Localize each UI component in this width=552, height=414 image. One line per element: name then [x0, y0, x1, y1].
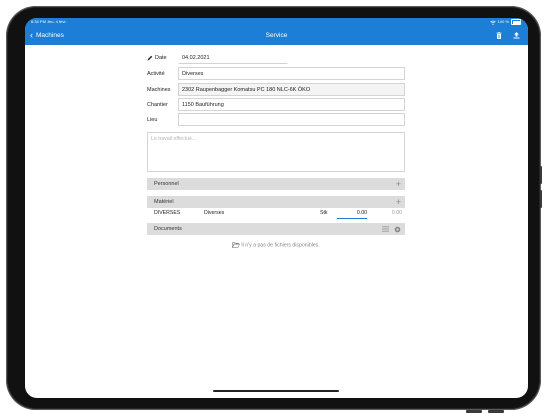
volume-button-2: [540, 190, 542, 208]
status-bar: 6:34 PM Jeu. 4 févr. 100 %: [25, 18, 528, 26]
folder-open-icon: [232, 242, 241, 248]
documents-section-title: Documents: [154, 226, 182, 232]
place-row: Lieu: [147, 113, 405, 127]
materiel-section-title: Matériel: [154, 199, 174, 205]
list-icon[interactable]: [382, 226, 389, 232]
site-row: Chantier 1150 Bauführung: [147, 98, 405, 112]
material-total: 0.00: [391, 210, 402, 216]
documents-empty-text: Il n'y a pas de fichiers disponibles.: [241, 242, 320, 249]
personnel-section-header: Personnel +: [147, 178, 405, 190]
personnel-actions: +: [396, 178, 401, 190]
trash-icon[interactable]: [496, 32, 502, 39]
material-unit: Stk: [320, 210, 328, 216]
materiel-actions: +: [396, 196, 401, 208]
site-field[interactable]: 1150 Bauführung: [178, 98, 405, 111]
documents-section-header: Documents: [147, 223, 405, 235]
wifi-icon: [489, 20, 496, 25]
materiel-section-header: Matériel +: [147, 196, 405, 208]
date-label: Date: [155, 55, 167, 61]
volume-button: [540, 166, 542, 184]
home-indicator[interactable]: [213, 390, 339, 392]
activity-row: Activité Diverses: [147, 67, 405, 81]
material-quantity-input[interactable]: 0.00: [337, 208, 367, 219]
navigation-bar: ‹ Machines Service: [25, 26, 528, 45]
date-field[interactable]: 04.02.2021: [178, 51, 288, 64]
nav-actions: [496, 26, 520, 45]
place-field[interactable]: [178, 113, 405, 126]
activity-field[interactable]: Diverses: [178, 67, 405, 80]
material-name: Diverses: [204, 210, 225, 216]
machines-row: Machines 2302 Raupenbagger Komatsu PC 18…: [147, 83, 405, 97]
documents-empty-state: Il n'y a pas de fichiers disponibles.: [147, 242, 405, 248]
battery-icon: [511, 19, 521, 25]
battery-percent: 100 %: [497, 19, 509, 24]
site-label: Chantier: [147, 102, 168, 108]
material-row[interactable]: DIVERSES Diverses Stk 0.00 0.00: [147, 208, 405, 219]
top-button: [466, 410, 482, 413]
date-row: Date 04.02.2021: [147, 51, 405, 65]
add-personnel-plus-icon[interactable]: +: [396, 178, 401, 190]
status-time-date: 6:34 PM Jeu. 4 févr.: [31, 19, 67, 24]
pencil-icon: [147, 55, 153, 61]
add-materiel-plus-icon[interactable]: +: [396, 196, 401, 208]
status-right: 100 %: [489, 18, 521, 26]
activity-label: Activité: [147, 71, 165, 77]
machines-field[interactable]: 2302 Raupenbagger Komatsu PC 180 NLC-6K …: [178, 83, 405, 96]
documents-actions: [382, 223, 401, 235]
date-label-wrap: Date: [147, 51, 167, 65]
gear-icon[interactable]: [394, 226, 401, 233]
top-button-2: [488, 410, 504, 413]
machines-label: Machines: [147, 87, 171, 93]
material-code: DIVERSES: [154, 210, 181, 216]
upload-icon[interactable]: [513, 32, 520, 39]
work-done-textarea[interactable]: Le travail effectué...: [147, 132, 405, 172]
personnel-section-title: Personnel: [154, 181, 179, 187]
page-title: Service: [265, 32, 288, 39]
place-label: Lieu: [147, 117, 158, 123]
app-screen: 6:34 PM Jeu. 4 févr. 100 % ‹ Machines Se…: [25, 18, 528, 398]
